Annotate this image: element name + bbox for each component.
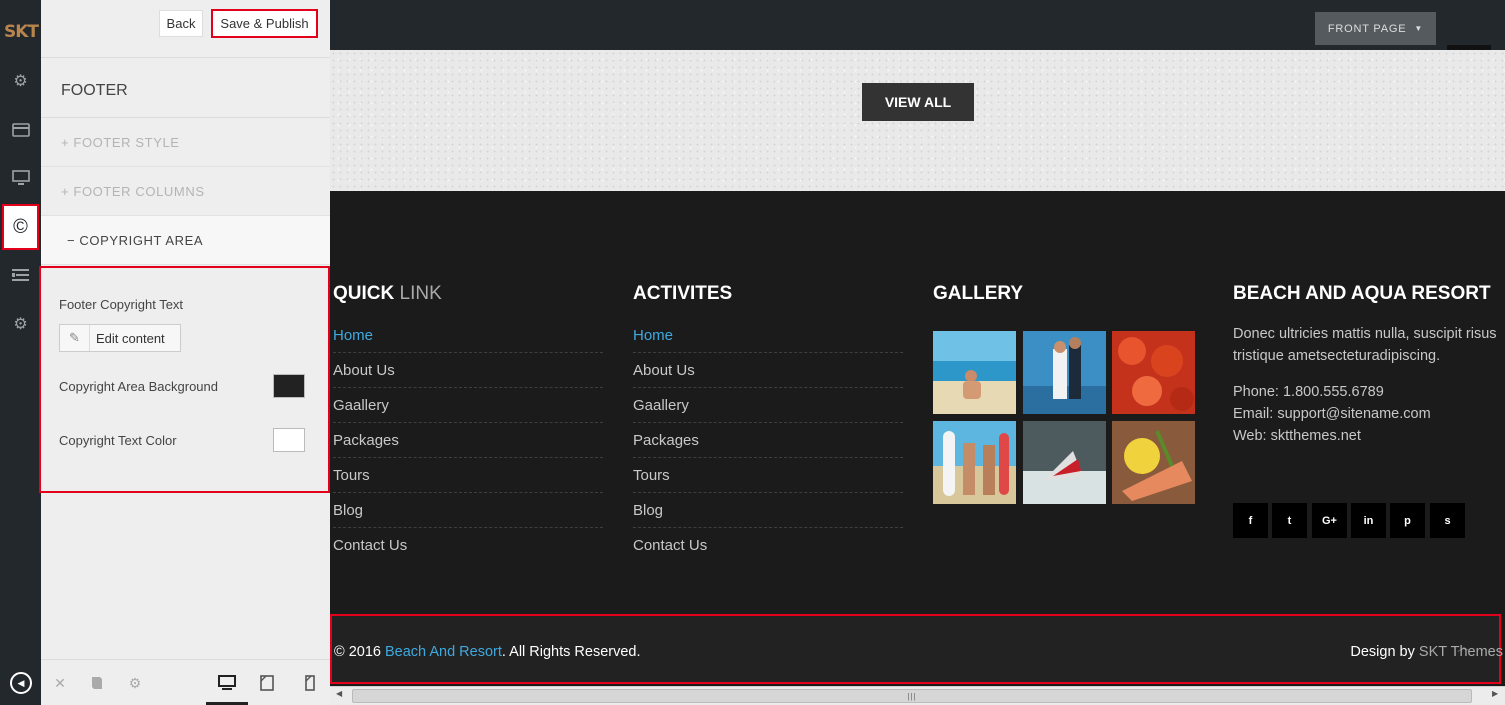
activities-list: Home About Us Gaallery Packages Tours Bl… — [633, 318, 903, 563]
list-icon[interactable] — [0, 261, 41, 289]
list-item[interactable]: Contact Us — [633, 528, 903, 563]
bg-color-label: Copyright Area Background — [59, 379, 218, 394]
book-icon[interactable] — [86, 672, 108, 694]
copyright-suffix: . All Rights Reserved. — [501, 644, 641, 660]
copyright-text: © 2016 Beach And Resort. All Rights Rese… — [334, 644, 641, 660]
twitter-icon[interactable]: t — [1272, 503, 1307, 538]
facebook-icon[interactable]: f — [1233, 503, 1268, 538]
list-item[interactable]: Packages — [633, 423, 903, 458]
copyright-prefix: © 2016 — [334, 644, 385, 660]
view-all-button[interactable]: VIEW ALL — [862, 83, 974, 121]
pencil-icon: ✎ — [60, 325, 90, 351]
copyright-bar: © 2016 Beach And Resort. All Rights Rese… — [330, 614, 1503, 684]
customizer-icon-rail: SKT ⚙ © ⚙ ◀ — [0, 0, 41, 705]
save-publish-button[interactable]: Save & Publish — [211, 9, 318, 38]
list-item[interactable]: Contact Us — [333, 528, 603, 563]
chevron-down-icon: ▼ — [1414, 24, 1424, 33]
edit-content-label: Edit content — [96, 330, 165, 346]
site-link[interactable]: Beach And Resort — [385, 644, 502, 660]
list-item[interactable]: Gaallery — [333, 388, 603, 423]
list-item[interactable]: About Us — [333, 353, 603, 388]
accordion-copyright-area[interactable]: − COPYRIGHT AREA — [41, 216, 330, 265]
horizontal-scrollbar[interactable]: ◀ ||| ▶ — [330, 686, 1505, 705]
design-credit: Design by SKT Themes — [1350, 644, 1503, 660]
pinterest-icon[interactable]: p — [1390, 503, 1425, 538]
site-preview: FRONT PAGE ▼ VIEW ALL QUICK LINK Home Ab… — [330, 0, 1505, 705]
gallery-thumb-salmon[interactable] — [1112, 421, 1195, 504]
section-title: FOOTER — [61, 82, 128, 99]
skt-logo: SKT — [4, 22, 39, 42]
desktop-preview-icon[interactable] — [216, 672, 238, 694]
desktop-icon[interactable] — [0, 164, 41, 192]
list-item[interactable]: Tours — [333, 458, 603, 493]
gallery-thumb-beach[interactable] — [933, 331, 1016, 414]
activities-title: ACTIVITES — [633, 283, 733, 304]
settings-icon[interactable]: ⚙ — [0, 310, 41, 338]
customizer-panel: Back Save & Publish FOOTER + FOOTER STYL… — [39, 0, 330, 705]
front-page-label: FRONT PAGE — [1327, 22, 1407, 35]
scrollbar-thumb[interactable]: ||| — [352, 689, 1472, 703]
accordion-footer-columns[interactable]: + FOOTER COLUMNS — [41, 167, 330, 216]
gear-icon[interactable]: ⚙ — [124, 672, 146, 694]
text-color-label: Copyright Text Color — [59, 433, 177, 448]
tablet-preview-icon[interactable] — [256, 672, 278, 694]
close-icon[interactable]: ✕ — [49, 672, 71, 694]
front-page-dropdown[interactable]: FRONT PAGE ▼ — [1315, 12, 1436, 45]
collapse-icon[interactable]: ◀ — [10, 672, 32, 694]
preview-topbar: FRONT PAGE ▼ — [330, 0, 1505, 51]
gallery-thumb-surfers[interactable] — [933, 421, 1016, 504]
quick-link-title-bold: QUICK — [333, 283, 395, 304]
design-prefix: Design by — [1350, 644, 1419, 660]
list-item[interactable]: Blog — [333, 493, 603, 528]
text-color-swatch[interactable] — [273, 428, 305, 452]
scroll-left-icon[interactable]: ◀ — [336, 689, 342, 698]
copyright-text-label: Footer Copyright Text — [59, 297, 184, 312]
gallery-thumb-seafood[interactable] — [1112, 331, 1195, 414]
edit-content-button[interactable]: ✎ Edit content — [59, 324, 181, 352]
list-item[interactable]: About Us — [633, 353, 903, 388]
list-item[interactable]: Packages — [333, 423, 603, 458]
gallery-thumb-couple[interactable] — [1023, 331, 1106, 414]
panel-header: Back Save & Publish — [41, 0, 330, 58]
copyright-icon[interactable]: © — [2, 204, 39, 250]
quick-link-title: QUICK LINK — [333, 283, 442, 305]
copyright-settings-box: Footer Copyright Text ✎ Edit content Cop… — [39, 266, 330, 493]
quick-link-list: Home About Us Gaallery Packages Tours Bl… — [333, 318, 603, 563]
quick-link-title-light: LINK — [394, 283, 442, 304]
gallery-title: GALLERY — [933, 283, 1024, 304]
skype-icon[interactable]: s — [1430, 503, 1465, 538]
list-item[interactable]: Home — [333, 318, 603, 353]
skt-themes-link[interactable]: SKT Themes — [1419, 644, 1503, 660]
resort-web: Web: sktthemes.net — [1233, 428, 1361, 444]
list-item[interactable]: Tours — [633, 458, 903, 493]
sand-section: VIEW ALL — [330, 50, 1505, 191]
resort-email: Email: support@sitename.com — [1233, 406, 1431, 422]
resort-description: Donec ultricies mattis nulla, suscipit r… — [1233, 326, 1497, 364]
panel-footer: ✕ ⚙ — [41, 659, 330, 705]
google-plus-icon[interactable]: G+ — [1312, 503, 1347, 538]
resort-phone: Phone: 1.800.555.6789 — [1233, 384, 1384, 400]
list-item[interactable]: Home — [633, 318, 903, 353]
card-icon[interactable] — [0, 116, 41, 144]
mobile-preview-icon[interactable] — [299, 672, 321, 694]
resort-title: BEACH AND AQUA RESORT — [1233, 283, 1491, 304]
back-button[interactable]: Back — [159, 10, 203, 37]
list-item[interactable]: Gaallery — [633, 388, 903, 423]
gallery-thumb-windsurf[interactable] — [1023, 421, 1106, 504]
linkedin-icon[interactable]: in — [1351, 503, 1386, 538]
scroll-right-icon[interactable]: ▶ — [1492, 689, 1498, 698]
gear-icon[interactable]: ⚙ — [0, 67, 41, 95]
accordion-footer-style[interactable]: + FOOTER STYLE — [41, 118, 330, 167]
list-item[interactable]: Blog — [633, 493, 903, 528]
bg-color-swatch[interactable] — [273, 374, 305, 398]
